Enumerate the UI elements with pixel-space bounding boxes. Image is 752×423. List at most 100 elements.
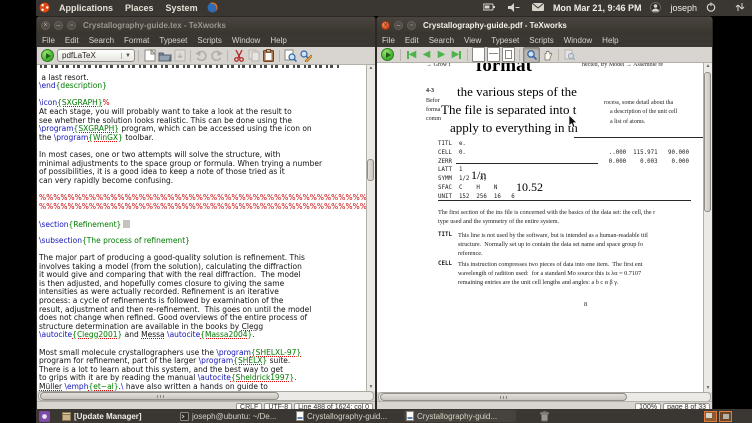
minimize-button[interactable]: – — [394, 21, 403, 30]
maximize-button[interactable]: ▫ — [67, 21, 76, 30]
pdf-page-view[interactable]: → Grow t nected, try Model → Assemble re 4… — [377, 63, 706, 392]
pdf-menu-view[interactable]: View — [459, 34, 486, 47]
menu-applications[interactable]: Applications — [53, 3, 119, 13]
cut-icon[interactable] — [231, 49, 246, 63]
editor-titlebar[interactable]: × – ▫ Crystallography-guide.tex - TeXwor… — [37, 17, 375, 34]
pdf-menu-edit[interactable]: Edit — [400, 34, 424, 47]
ubuntu-logo-icon[interactable] — [39, 2, 50, 15]
fit-width-icon[interactable] — [486, 47, 501, 62]
source-editor[interactable]: a last resort. \end{description} \icon{SXG… — [37, 65, 368, 391]
find-replace-icon[interactable] — [298, 49, 313, 63]
texworks-pdf-window: × – ▫ Crystallography-guide.pdf - TeXwor… — [376, 16, 713, 411]
close-button[interactable]: × — [41, 21, 50, 30]
window-title: Crystallography-guide.pdf - TeXworks — [423, 21, 567, 30]
new-document-icon[interactable] — [142, 49, 157, 63]
taskbar: [Update Manager] joseph@ubuntu: ~/De... … — [36, 409, 752, 423]
pdf-menu-search[interactable]: Search — [424, 34, 459, 47]
undo-icon[interactable] — [194, 49, 209, 63]
paste-icon[interactable] — [261, 49, 276, 63]
pdf-menu-help[interactable]: Help — [597, 34, 623, 47]
hand-tool-icon[interactable] — [540, 48, 555, 62]
pdf-text: reference. — [458, 250, 483, 258]
next-page-icon[interactable]: ▶ — [434, 48, 449, 62]
taskbar-item-crystallography-tex[interactable]: Crystallography-guid... — [294, 410, 406, 422]
mouse-cursor — [568, 114, 578, 133]
pdf-text: type used and the symmetry of the entire… — [438, 218, 560, 226]
scroll-up-icon[interactable]: ▲ — [367, 65, 375, 72]
editor-menu-scripts[interactable]: Scripts — [192, 34, 226, 47]
menu-places[interactable]: Places — [119, 3, 160, 13]
pdf-menu-typeset[interactable]: Typeset — [486, 34, 524, 47]
fit-window-icon[interactable] — [501, 47, 516, 62]
clock[interactable]: Mon Mar 21, 9:46 PM — [553, 3, 642, 13]
mail-icon[interactable] — [531, 2, 545, 13]
scroll-up-icon[interactable]: ▲ — [704, 63, 712, 70]
editor-menubar: File Edit Search Format Typeset Scripts Window… — [37, 34, 375, 47]
pdf-text: 4-3 — [426, 88, 434, 94]
scroll-down-icon[interactable]: ▼ — [367, 384, 375, 391]
last-page-icon[interactable]: ▶ — [449, 48, 464, 62]
search-icon[interactable] — [562, 48, 577, 62]
pdf-text: TITL e. — [438, 141, 466, 147]
pdf-horizontal-scrollbar[interactable] — [377, 391, 712, 402]
editor-vertical-scrollbar[interactable]: ▲ ▼ — [366, 65, 375, 391]
minimize-button[interactable]: – — [54, 21, 63, 30]
previous-page-icon[interactable]: ◀ — [419, 48, 434, 62]
taskbar-item-update-manager[interactable]: [Update Manager] — [60, 410, 176, 422]
maximize-button[interactable]: ▫ — [407, 21, 416, 30]
editor-menu-window[interactable]: Window — [227, 34, 265, 47]
package-icon — [62, 411, 71, 421]
pdf-text: Befor — [426, 98, 440, 104]
workspace-switcher[interactable] — [702, 410, 734, 422]
volume-icon[interactable] — [507, 2, 520, 14]
open-file-icon[interactable] — [157, 49, 172, 63]
copy-icon[interactable] — [246, 49, 261, 63]
save-icon[interactable] — [172, 49, 187, 63]
editor-menu-search[interactable]: Search — [84, 34, 119, 47]
pdf-menu-window[interactable]: Window — [559, 34, 597, 47]
trash-icon[interactable] — [538, 410, 551, 422]
firefox-icon[interactable] — [207, 1, 218, 15]
magnifier-tool-icon[interactable] — [523, 46, 540, 63]
user-menu[interactable]: joseph — [670, 3, 697, 13]
pdf-text: rocess, some detail about tha — [604, 100, 674, 106]
menu-system[interactable]: System — [160, 3, 204, 13]
texworks-doc-icon — [296, 411, 304, 421]
redo-icon[interactable] — [209, 49, 224, 63]
typeset-button[interactable] — [41, 49, 54, 62]
pdf-text: remaining entries are the unit cell leng… — [458, 279, 619, 287]
software-update-tray-icon[interactable] — [37, 410, 52, 422]
network-updown-icon[interactable] — [735, 2, 745, 14]
engine-select[interactable]: pdfLaTeX ▼ — [57, 49, 135, 62]
user-avatar-icon[interactable] — [650, 1, 662, 15]
typeset-button[interactable] — [381, 48, 394, 61]
editor-menu-typeset[interactable]: Typeset — [154, 34, 192, 47]
editor-menu-help[interactable]: Help — [265, 34, 291, 47]
pdf-titlebar[interactable]: × – ▫ Crystallography-guide.pdf - TeXwor… — [377, 17, 712, 34]
pdf-text: nected, try Model → Assemble re — [582, 63, 663, 68]
editor-menu-file[interactable]: File — [37, 34, 60, 47]
editor-menu-edit[interactable]: Edit — [60, 34, 84, 47]
texworks-editor-window: × – ▫ Crystallography-guide.tex - TeXwor… — [36, 16, 376, 411]
workspace-1-icon[interactable] — [704, 410, 717, 422]
editor-horizontal-scrollbar[interactable] — [37, 391, 375, 401]
power-icon[interactable] — [706, 2, 716, 14]
pdf-vertical-scrollbar[interactable]: ▲ ▼ — [703, 63, 712, 392]
first-page-icon[interactable]: ◀ — [404, 48, 419, 62]
pdf-menu-scripts[interactable]: Scripts — [524, 34, 558, 47]
workspace-2-icon[interactable] — [719, 410, 732, 422]
window-title: Crystallography-guide.tex - TeXworks — [83, 21, 226, 30]
actual-size-icon[interactable] — [471, 47, 486, 62]
pdf-menu-file[interactable]: File — [377, 34, 400, 47]
desktop: Applications Places System Mon Mar 21, 9… — [0, 0, 752, 423]
editor-menu-format[interactable]: Format — [119, 34, 154, 47]
scroll-down-icon[interactable]: ▼ — [704, 385, 712, 392]
pdf-text: SFAC C H N — [438, 185, 498, 191]
pdf-text: UNIT 152 256 16 6 — [438, 193, 515, 200]
taskbar-item-terminal[interactable]: joseph@ubuntu: ~/De... — [178, 410, 294, 422]
search-icon[interactable] — [283, 49, 298, 63]
editor-line: \autocite{Clegg2001} and Messa \autocite… — [39, 330, 255, 340]
close-button[interactable]: × — [381, 21, 390, 30]
battery-icon[interactable] — [482, 3, 496, 13]
taskbar-item-crystallography-pdf[interactable]: Crystallography-guid... — [404, 410, 516, 422]
